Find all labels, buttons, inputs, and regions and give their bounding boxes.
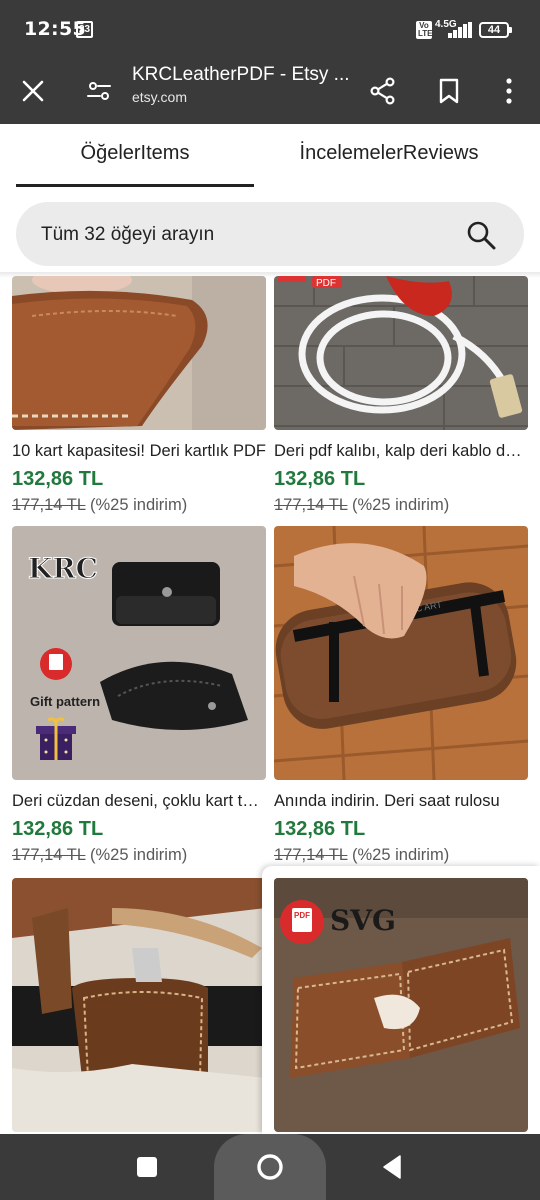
- product-image[interactable]: KRC ART: [274, 526, 528, 780]
- product-image[interactable]: KRC Gift pattern: [12, 526, 266, 780]
- search-icon[interactable]: [466, 220, 496, 250]
- discount-label: (%25 indirim): [90, 846, 188, 864]
- page-title: KRCLeatherPDF - Etsy ...: [132, 64, 350, 85]
- share-icon: [370, 77, 395, 105]
- product-image[interactable]: [12, 878, 266, 1132]
- system-nav-bar: [0, 1134, 540, 1200]
- product-old-price: 177,14 TL (%25 indirim): [12, 846, 187, 865]
- product-price: 132,86 TL: [274, 818, 366, 840]
- page-settings-icon: [87, 82, 111, 100]
- discount-label: (%25 indirim): [352, 496, 450, 514]
- search-input[interactable]: Tüm 32 öğeyi arayın: [16, 202, 524, 266]
- page-domain: etsy.com: [132, 89, 187, 105]
- gift-label-text: Gift pattern: [30, 694, 100, 709]
- share-button[interactable]: [360, 68, 406, 114]
- product-old-price: 177,14 TL (%25 indirim): [274, 846, 449, 865]
- more-menu-button[interactable]: [486, 68, 532, 114]
- bookmark-button[interactable]: [426, 68, 472, 114]
- tab-reviews[interactable]: İncelemelerReviews: [270, 142, 508, 165]
- product-title[interactable]: Deri cüzdan deseni, çoklu kart tutucu: [12, 792, 266, 811]
- product-image-graphic: KRC Gift pattern: [12, 526, 266, 780]
- product-image[interactable]: PDF SVG: [274, 878, 528, 1132]
- discount-label: (%25 indirim): [352, 846, 450, 864]
- product-title[interactable]: Anında indirin. Deri saat rulosu: [274, 792, 528, 811]
- signal-icon: [448, 22, 472, 38]
- product-title[interactable]: 10 kart kapasitesi! Deri kartlık PDF: [12, 442, 266, 461]
- svg-text:PDF: PDF: [316, 278, 336, 289]
- battery-icon: 44: [479, 22, 512, 38]
- discount-label: (%25 indirim): [90, 496, 188, 514]
- old-price-value: 177,14 TL: [12, 496, 86, 514]
- product-price: 132,86 TL: [274, 468, 366, 490]
- home-circle-icon[interactable]: [255, 1152, 285, 1182]
- active-tab-indicator: [16, 184, 254, 187]
- product-old-price: 177,14 TL (%25 indirim): [12, 496, 187, 515]
- product-grid: 10 kart kapasitesi! Deri kartlık PDF 132…: [0, 276, 540, 1134]
- browser-toolbar: KRCLeatherPDF - Etsy ... etsy.com: [0, 58, 540, 124]
- product-image-graphic: PDF: [274, 276, 528, 430]
- bookmark-icon: [439, 78, 459, 104]
- volte-icon: Vo LTE: [416, 21, 433, 39]
- product-price: 132,86 TL: [12, 818, 104, 840]
- old-price-value: 177,14 TL: [12, 846, 86, 864]
- close-button[interactable]: [10, 68, 56, 114]
- product-image-graphic: PDF SVG: [274, 878, 528, 1132]
- page-title-area[interactable]: KRCLeatherPDF - Etsy ... etsy.com: [132, 64, 352, 105]
- product-old-price: 177,14 TL (%25 indirim): [274, 496, 449, 515]
- tab-bar: ÖğelerItems İncelemelerReviews: [0, 124, 540, 190]
- search-placeholder: Tüm 32 öğeyi arayın: [41, 224, 215, 245]
- product-image[interactable]: PDF: [274, 276, 528, 430]
- notification-icon: 23: [76, 21, 93, 38]
- back-triangle-icon[interactable]: [378, 1152, 408, 1182]
- more-vertical-icon: [506, 78, 512, 104]
- svg-format-text: SVG: [330, 904, 396, 937]
- product-image-graphic: [12, 276, 266, 430]
- product-price: 132,86 TL: [12, 468, 104, 490]
- old-price-value: 177,14 TL: [274, 846, 348, 864]
- status-bar: 12:55 23 Vo LTE 4.5G 44: [0, 0, 540, 58]
- product-image-graphic: KRC ART: [274, 526, 528, 780]
- product-image-graphic: [12, 878, 266, 1132]
- tab-items[interactable]: ÖğelerItems: [16, 142, 254, 165]
- product-title[interactable]: Deri pdf kalıbı, kalp deri kablo düzenle…: [274, 442, 528, 461]
- square-icon[interactable]: [132, 1152, 162, 1182]
- old-price-value: 177,14 TL: [274, 496, 348, 514]
- pdf-badge-text: PDF: [294, 911, 310, 920]
- product-image[interactable]: [12, 276, 266, 430]
- close-icon: [22, 80, 44, 102]
- krc-logo-text: KRC: [28, 552, 98, 585]
- page-settings-button[interactable]: [76, 68, 122, 114]
